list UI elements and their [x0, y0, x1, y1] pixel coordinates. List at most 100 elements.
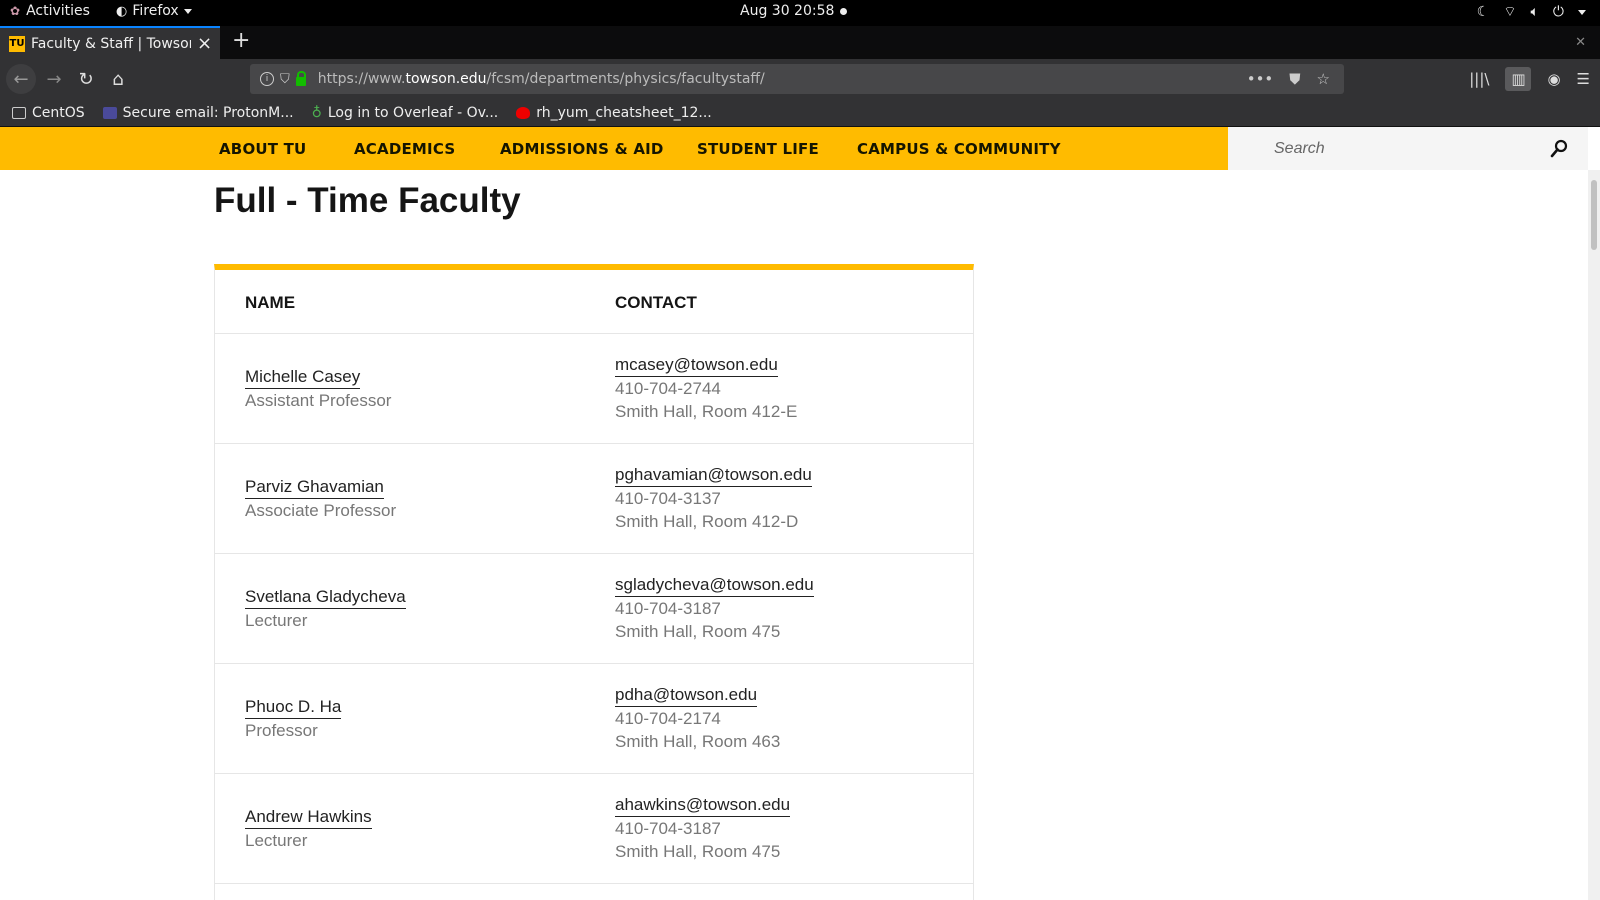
browser-tab[interactable]: TU Faculty & Staff | Towson × [0, 26, 220, 59]
clock-label: Aug 30 20:58 [740, 3, 835, 19]
faculty-phone: 410-704-3137 [615, 489, 721, 508]
more-actions-icon[interactable]: ••• [1247, 70, 1274, 88]
nav-admissions-aid[interactable]: ADMISSIONS & AID [500, 140, 664, 158]
lock-icon[interactable] [295, 70, 306, 86]
redhat-icon [516, 106, 531, 119]
folder-icon [12, 106, 26, 119]
faculty-email-link[interactable]: sgladycheva@towson.edu [615, 575, 814, 597]
info-icon[interactable]: i [260, 72, 274, 86]
nav-toolbar: ← → ↻ ⌂ i ⛉ https://www.towson.edu/fcsm/… [0, 59, 1600, 99]
chevron-down-icon [1578, 9, 1586, 15]
reload-icon[interactable]: ↻ [74, 67, 98, 91]
tracking-shield-icon[interactable]: ⛉ [280, 72, 290, 87]
faculty-phone: 410-704-3187 [615, 599, 721, 618]
hamburger-menu-icon[interactable]: ☰ [1577, 70, 1590, 88]
faculty-office: Smith Hall, Room 475 [615, 622, 781, 641]
url-actions: ••• ⛊ ☆ [1247, 70, 1330, 88]
faculty-role: Professor [245, 721, 318, 740]
bookmark-item[interactable]: rh_yum_cheatsheet_12... [516, 104, 712, 121]
nav-campus-community[interactable]: CAMPUS & COMMUNITY [857, 140, 1061, 158]
night-light-icon: ☾ [1476, 4, 1490, 20]
power-icon: ⏻ [1552, 4, 1564, 20]
table-header: NAME CONTACT [215, 270, 973, 334]
faculty-name-link[interactable]: Andrew Hawkins [245, 807, 372, 829]
site-search [1228, 127, 1588, 170]
tab-title: Faculty & Staff | Towson [31, 35, 191, 52]
faculty-name-link[interactable]: Svetlana Gladycheva [245, 587, 406, 609]
clock[interactable]: Aug 30 20:58 [740, 3, 848, 19]
faculty-role: Assistant Professor [245, 391, 392, 410]
firefox-icon: ◐ [116, 3, 128, 19]
site-main-nav: ABOUT TU ACADEMICS ADMISSIONS & AID STUD… [0, 127, 1228, 170]
volume-icon: 🔈︎ [1530, 4, 1539, 20]
activities-label: Activities [26, 3, 90, 19]
faculty-role: Lecturer [245, 611, 308, 630]
close-tab-icon[interactable]: × [197, 33, 212, 54]
notification-dot-icon [840, 7, 848, 15]
faculty-name-link[interactable]: Michelle Casey [245, 367, 361, 389]
faculty-role: Associate Professor [245, 501, 397, 520]
bookmark-label: Secure email: ProtonM... [122, 104, 294, 121]
nav-about-tu[interactable]: ABOUT TU [219, 140, 306, 158]
faculty-phone: 410-704-2174 [615, 709, 721, 728]
library-icon[interactable]: |||\ [1469, 70, 1489, 88]
table-row: Parviz Ghavamian Associate Professor pgh… [215, 444, 973, 554]
bookmarks-toolbar: CentOS Secure email: ProtonM... ♁ Log in… [0, 99, 1600, 127]
app-menu-label: Firefox [132, 3, 179, 19]
web-page: ABOUT TU ACADEMICS ADMISSIONS & AID STUD… [0, 127, 1600, 900]
tab-strip: TU Faculty & Staff | Towson × + ✕ [0, 26, 1600, 59]
pocket-icon[interactable]: ⛊ [1289, 70, 1300, 88]
gnome-foot-icon: ✿ [10, 4, 21, 18]
faculty-phone: 410-704-2744 [615, 379, 721, 398]
faculty-email-link[interactable]: mcasey@towson.edu [615, 355, 778, 377]
faculty-name-link[interactable]: Parviz Ghavamian [245, 477, 384, 499]
activities-button[interactable]: ✿ Activities [10, 3, 90, 19]
bookmark-star-icon[interactable]: ☆ [1317, 70, 1330, 88]
bookmark-item[interactable]: Secure email: ProtonM... [102, 104, 294, 121]
search-icon[interactable] [1550, 139, 1568, 159]
bookmark-item[interactable]: ♁ Log in to Overleaf - Ov... [312, 105, 499, 121]
bookmark-label: CentOS [32, 104, 85, 121]
bookmark-label: rh_yum_cheatsheet_12... [536, 104, 712, 121]
back-arrow-icon[interactable]: ← [6, 64, 36, 94]
table-row: Michelle Casey Assistant Professor mcase… [215, 334, 973, 444]
system-tray[interactable]: ☾ ⌔ 🔈︎ ⏻ [1477, 3, 1586, 21]
account-icon[interactable]: ◉ [1547, 70, 1560, 88]
table-row: Andrew Hawkins Lecturer ahawkins@towson.… [215, 774, 973, 884]
faculty-office: Smith Hall, Room 463 [615, 732, 781, 751]
column-header-contact: CONTACT [615, 293, 697, 312]
faculty-phone: 410-704-3187 [615, 819, 721, 838]
sidebar-icon[interactable]: ▥ [1505, 67, 1532, 91]
favicon-icon: TU [9, 35, 25, 52]
table-row: Svetlana Gladycheva Lecturer sgladycheva… [215, 554, 973, 664]
home-icon[interactable]: ⌂ [106, 67, 130, 91]
address-bar[interactable]: i ⛉ https://www.towson.edu/fcsm/departme… [250, 64, 1344, 94]
wifi-icon: ⌔ [1503, 4, 1517, 20]
search-input[interactable] [1228, 127, 1548, 170]
faculty-name-link[interactable]: Phuoc D. Ha [245, 697, 342, 719]
app-menu[interactable]: ◐ Firefox [116, 3, 192, 19]
forward-arrow-icon[interactable]: → [42, 67, 66, 91]
new-tab-icon[interactable]: + [232, 28, 250, 53]
gnome-top-bar: ✿ Activities ◐ Firefox Aug 30 20:58 ☾ ⌔ … [0, 0, 1600, 26]
faculty-email-link[interactable]: ahawkins@towson.edu [615, 795, 791, 817]
faculty-table: NAME CONTACT Michelle Casey Assistant Pr… [214, 264, 974, 900]
bookmark-item[interactable]: CentOS [12, 105, 85, 121]
url-text[interactable]: https://www.towson.edu/fcsm/departments/… [318, 71, 765, 87]
table-row: Phuoc D. Ha Professor pdha@towson.edu 41… [215, 664, 973, 774]
bookmark-label: Log in to Overleaf - Ov... [327, 104, 499, 121]
faculty-email-link[interactable]: pdha@towson.edu [615, 685, 758, 707]
page-title: Full - Time Faculty [214, 181, 521, 220]
faculty-office: Smith Hall, Room 412-D [615, 512, 799, 531]
page-scrollbar[interactable] [1588, 170, 1600, 900]
nav-academics[interactable]: ACADEMICS [354, 140, 455, 158]
faculty-office: Smith Hall, Room 475 [615, 842, 781, 861]
faculty-office: Smith Hall, Room 412-E [615, 402, 798, 421]
protonmail-icon [102, 106, 117, 119]
close-window-icon[interactable]: ✕ [1575, 35, 1586, 50]
chevron-down-icon [183, 8, 192, 14]
faculty-role: Lecturer [245, 831, 308, 850]
faculty-email-link[interactable]: pghavamian@towson.edu [615, 465, 812, 487]
scrollbar-thumb[interactable] [1591, 180, 1597, 250]
nav-student-life[interactable]: STUDENT LIFE [697, 140, 819, 158]
